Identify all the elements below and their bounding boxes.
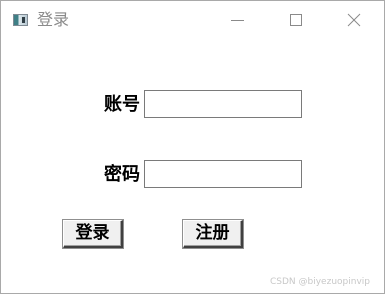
maximize-button[interactable]	[267, 1, 325, 39]
minimize-button[interactable]	[208, 1, 266, 39]
login-window: 登录 账号 密码 登录 注册 CSDN @biyezuopinvip	[0, 0, 385, 294]
minimize-icon	[231, 20, 244, 21]
login-button[interactable]: 登录	[63, 220, 123, 248]
watermark-text: CSDN @biyezuopinvip	[270, 277, 370, 287]
account-input[interactable]	[144, 90, 302, 118]
password-label: 密码	[104, 164, 140, 185]
title-bar[interactable]: 登录	[1, 1, 384, 39]
app-window-icon	[13, 14, 28, 26]
window-title: 登录	[37, 10, 70, 29]
account-label: 账号	[104, 94, 140, 115]
close-button[interactable]	[325, 1, 383, 39]
close-icon	[347, 13, 361, 27]
register-button[interactable]: 注册	[183, 220, 243, 248]
maximize-icon	[290, 14, 302, 26]
password-input[interactable]	[144, 160, 302, 188]
